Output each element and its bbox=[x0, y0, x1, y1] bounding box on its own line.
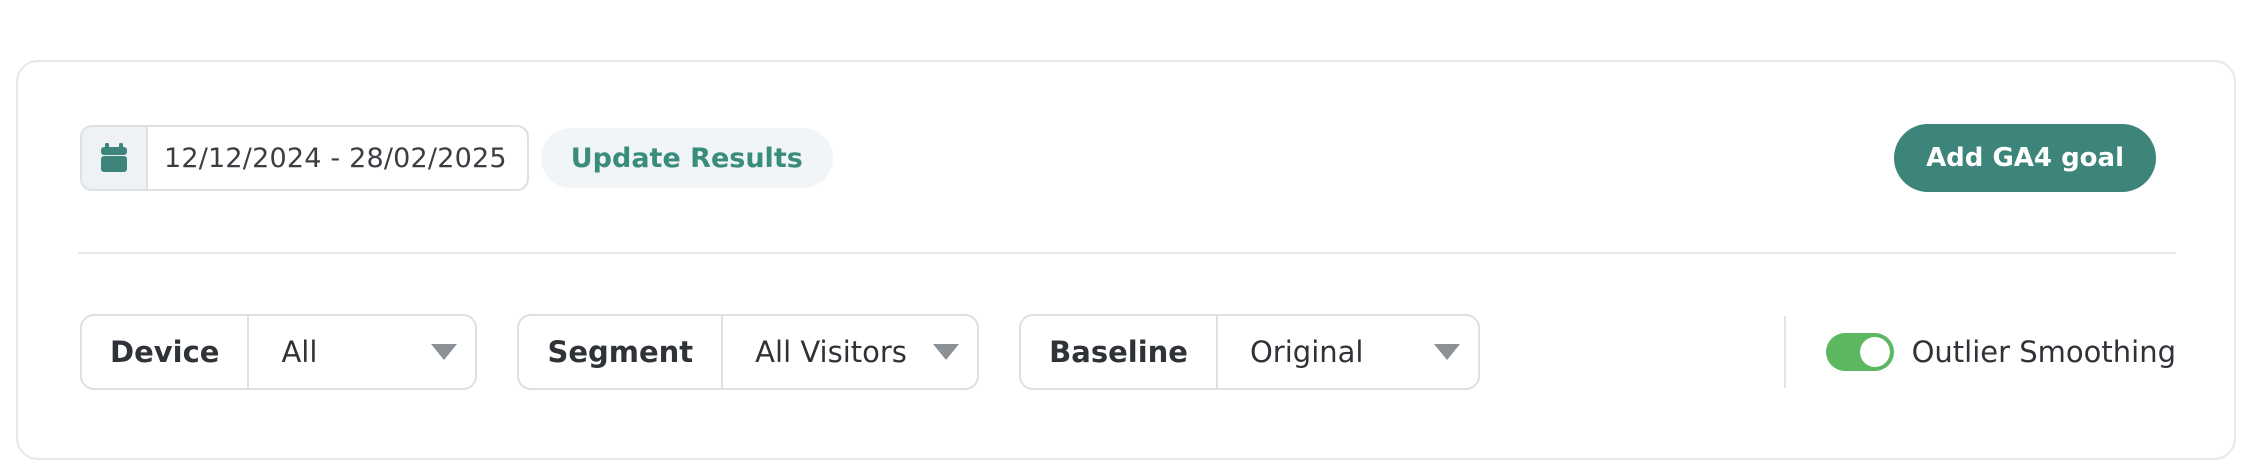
toggle-knob bbox=[1859, 337, 1890, 367]
baseline-filter: Baseline Original bbox=[1019, 314, 1480, 390]
segment-select-value: All Visitors bbox=[755, 335, 907, 369]
device-select[interactable]: All bbox=[249, 316, 475, 388]
vertical-divider bbox=[1783, 316, 1786, 388]
chevron-down-icon bbox=[431, 344, 458, 360]
segment-filter-label: Segment bbox=[519, 316, 724, 388]
date-range-value[interactable]: 12/12/2024 - 28/02/2025 bbox=[148, 127, 527, 189]
segment-filter: Segment All Visitors bbox=[517, 314, 980, 390]
baseline-select[interactable]: Original bbox=[1218, 316, 1478, 388]
filter-bar: Device All Segment All Visitors Baseline… bbox=[80, 314, 2176, 390]
baseline-select-value: Original bbox=[1249, 335, 1364, 369]
baseline-filter-label: Baseline bbox=[1021, 316, 1218, 388]
chevron-down-icon bbox=[933, 344, 960, 360]
segment-select[interactable]: All Visitors bbox=[723, 316, 977, 388]
calendar-button[interactable] bbox=[82, 127, 148, 189]
device-filter-label: Device bbox=[82, 316, 250, 388]
update-results-button[interactable]: Update Results bbox=[540, 128, 833, 188]
add-ga4-goal-button[interactable]: Add GA4 goal bbox=[1894, 124, 2156, 192]
section-divider bbox=[78, 252, 2176, 254]
date-range-picker[interactable]: 12/12/2024 - 28/02/2025 bbox=[80, 125, 529, 191]
date-toolbar: 12/12/2024 - 28/02/2025 Update Results A… bbox=[80, 124, 2156, 192]
results-panel: 12/12/2024 - 28/02/2025 Update Results A… bbox=[16, 60, 2236, 460]
chevron-down-icon bbox=[1433, 344, 1460, 360]
device-select-value: All bbox=[281, 335, 318, 369]
outlier-smoothing-label: Outlier Smoothing bbox=[1911, 335, 2176, 369]
device-filter: Device All bbox=[80, 314, 478, 390]
calendar-icon bbox=[101, 143, 127, 172]
outlier-smoothing-toggle[interactable] bbox=[1825, 333, 1894, 371]
